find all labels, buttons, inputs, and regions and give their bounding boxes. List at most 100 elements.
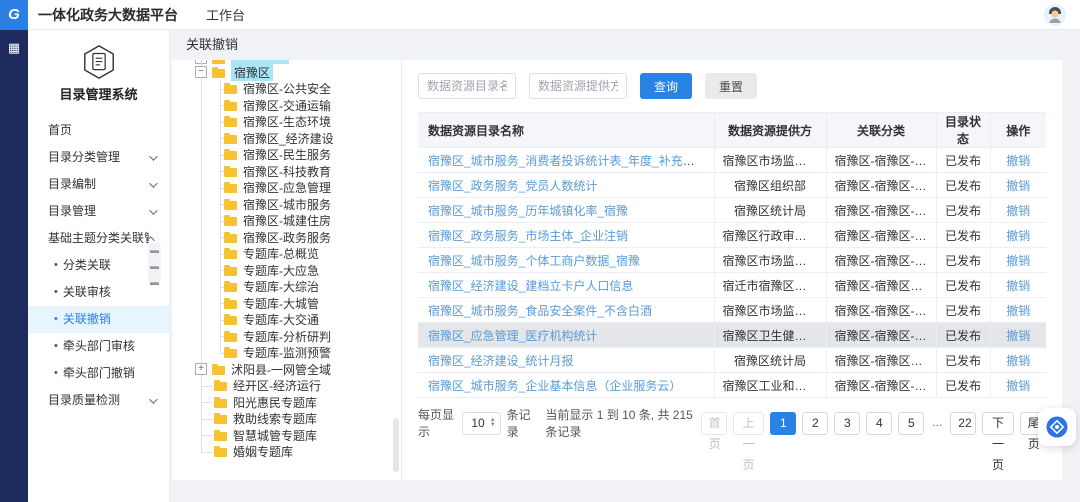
catalog-name-link[interactable]: 宿豫区_城市服务_食品安全案件_不含白酒 (428, 304, 652, 318)
folder-icon (224, 135, 237, 144)
page-button[interactable]: 22 (950, 412, 976, 435)
revoke-link[interactable]: 撤销 (1006, 204, 1030, 218)
page-button[interactable]: 3 (834, 412, 860, 435)
page-button[interactable]: 5 (898, 412, 924, 435)
catalog-name-cell: 宿豫区_政务服务_市场主体_企业注销 (418, 223, 714, 248)
sidebar-item[interactable]: •牵头部门审核 (28, 333, 169, 360)
tree-scrollbar[interactable] (393, 418, 399, 472)
page-title: 关联撤销 (170, 30, 1080, 60)
tree-item[interactable]: 专题库-总概览 (172, 246, 401, 263)
tree-item[interactable]: 宿豫区-生态环境 (172, 114, 401, 131)
provider-cell: 宿豫区工业和信息化局 (714, 373, 826, 398)
sidebar-item[interactable]: •牵头部门撤销 (28, 360, 169, 387)
tree-item[interactable]: −宿豫区 (172, 64, 401, 81)
catalog-name-link[interactable]: 宿豫区_城市服务_历年城镇化率_宿豫 (428, 204, 628, 218)
catalog-name-link[interactable]: 宿豫区_城市服务_企业基本信息（企业服务云） (428, 379, 681, 393)
tree-item[interactable]: 宿豫区-政务服务 (172, 229, 401, 246)
tree-item[interactable]: 宿豫区-应急管理 (172, 180, 401, 197)
catalog-table: 数据资源目录名称数据资源提供方关联分类目录状态操作 宿豫区_城市服务_消费者投诉… (418, 112, 1046, 398)
category-cell: 宿豫区-宿豫区-城市服务 (826, 373, 936, 398)
revoke-link[interactable]: 撤销 (1006, 329, 1030, 343)
catalog-name-link[interactable]: 宿豫区_城市服务_消费者投诉统计表_年度_补充材料 (428, 154, 707, 168)
sidebar-collapse-handle[interactable]: ▬▬▬ (148, 242, 161, 284)
tree-item-label: 专题库-大应急 (243, 262, 319, 279)
user-avatar[interactable] (1044, 4, 1066, 26)
page-size-select[interactable]: 10 ▲▼ (462, 412, 500, 435)
revoke-link[interactable]: 撤销 (1006, 354, 1030, 368)
tree-item[interactable]: 智慧城管专题库 (172, 427, 401, 444)
tree-item-label: 沭阳县-一网管全域 (231, 361, 331, 378)
page-button[interactable]: 首页 (701, 412, 727, 435)
catalog-name-link[interactable]: 宿豫区_经济建设_统计月报 (428, 354, 573, 368)
tree-item[interactable]: 宿豫区-城建住房 (172, 213, 401, 230)
platform-logo-icon[interactable]: G (0, 0, 28, 30)
tree-item[interactable]: 专题库-监测预警 (172, 345, 401, 362)
tree-item-label: 宿豫区-交通运输 (243, 97, 331, 114)
search-button[interactable]: 查询 (640, 73, 692, 99)
catalog-name-link[interactable]: 宿豫区_城市服务_个体工商户数据_宿豫 (428, 254, 640, 268)
tree-item[interactable]: 经开区-经济运行 (172, 378, 401, 395)
tree-item-label: 宿豫区-科技教育 (243, 163, 331, 180)
tree-item[interactable]: 救助线索专题库 (172, 411, 401, 428)
sidebar-item[interactable]: •关联撤销 (28, 306, 169, 333)
expand-icon[interactable]: + (195, 363, 207, 375)
sidebar-item[interactable]: •关联审核 (28, 279, 169, 306)
sidebar-item[interactable]: 目录管理 (28, 198, 169, 225)
sidebar-item[interactable]: 目录质量检测 (28, 387, 169, 414)
tree-item[interactable]: 宿豫区_经济建设 (172, 130, 401, 147)
tree-item[interactable]: 宿豫区-城市服务 (172, 196, 401, 213)
catalog-name-cell: 宿豫区_城市服务_消费者投诉统计表_年度_补充材料 (418, 148, 714, 173)
tree-item-label: 婚姻专题库 (233, 443, 293, 460)
page-button[interactable]: 4 (866, 412, 892, 435)
revoke-link[interactable]: 撤销 (1006, 179, 1030, 193)
tree-item[interactable]: 专题库-大城管 (172, 295, 401, 312)
tree-item[interactable]: 宿豫区-交通运输 (172, 97, 401, 114)
revoke-link[interactable]: 撤销 (1006, 229, 1030, 243)
tree-item[interactable]: 专题库-大综治 (172, 279, 401, 296)
catalog-name-input[interactable] (418, 73, 516, 99)
assistant-float-button[interactable] (1038, 408, 1076, 446)
tree-item[interactable]: 宿豫区-公共安全 (172, 81, 401, 98)
bullet-icon: • (54, 279, 58, 306)
status-cell: 已发布 (936, 298, 990, 323)
folder-icon (224, 234, 237, 243)
tree-item[interactable]: 宿豫区-科技教育 (172, 163, 401, 180)
apps-grid-icon[interactable]: ▦ (0, 40, 28, 56)
tree-item[interactable]: 专题库-大应急 (172, 262, 401, 279)
folder-icon (224, 217, 237, 226)
revoke-link[interactable]: 撤销 (1006, 254, 1030, 268)
page-button[interactable]: 下一页 (982, 412, 1013, 435)
page-button[interactable]: 上一页 (733, 412, 764, 435)
category-cell: 宿豫区-宿豫区-城市服务 (826, 248, 936, 273)
folder-icon (224, 333, 237, 342)
collapse-icon[interactable]: − (195, 66, 207, 78)
catalog-name-link[interactable]: 宿豫区_应急管理_医疗机构统计 (428, 329, 597, 343)
stepper-arrows-icon: ▲▼ (490, 418, 496, 428)
left-dark-rail: ▦ (0, 30, 28, 502)
catalog-name-link[interactable]: 宿豫区_政务服务_党员人数统计 (428, 179, 597, 193)
folder-icon (214, 432, 227, 441)
revoke-link[interactable]: 撤销 (1006, 304, 1030, 318)
provider-input[interactable] (529, 73, 627, 99)
sidebar-item[interactable]: 目录分类管理 (28, 144, 169, 171)
tree-item-label: 专题库-分析研判 (243, 328, 331, 345)
tree-item[interactable]: 阳光惠民专题库 (172, 394, 401, 411)
catalog-name-link[interactable]: 宿豫区_政务服务_市场主体_企业注销 (428, 229, 628, 243)
menu-workbench[interactable]: 工作台 (206, 5, 245, 24)
tree-item[interactable]: 宿豫区-民生服务 (172, 147, 401, 164)
table-row: 宿豫区_经济建设_统计月报宿豫区统计局宿豫区-宿豫区_经济建设已发布撤销 (418, 348, 1046, 373)
page-button[interactable]: 2 (802, 412, 828, 435)
tree-item[interactable]: + 沭阳县-一网管全域 (172, 361, 401, 378)
revoke-link[interactable]: 撤销 (1006, 154, 1030, 168)
tree-item[interactable]: 专题库-大交通 (172, 312, 401, 329)
sidebar-item[interactable]: 目录编制 (28, 171, 169, 198)
tree-item[interactable]: 婚姻专题库 (172, 444, 401, 461)
revoke-link[interactable]: 撤销 (1006, 379, 1030, 393)
tree-item[interactable]: 专题库-分析研判 (172, 328, 401, 345)
page-button[interactable]: 1 (770, 412, 796, 435)
reset-button[interactable]: 重置 (705, 73, 757, 99)
revoke-link[interactable]: 撤销 (1006, 279, 1030, 293)
catalog-name-link[interactable]: 宿豫区_经济建设_建档立卡户人口信息 (428, 279, 633, 293)
sidebar-item[interactable]: 首页 (28, 117, 169, 144)
table-row: 宿豫区_城市服务_历年城镇化率_宿豫宿豫区统计局宿豫区-宿豫区-城市服务已发布撤… (418, 198, 1046, 223)
